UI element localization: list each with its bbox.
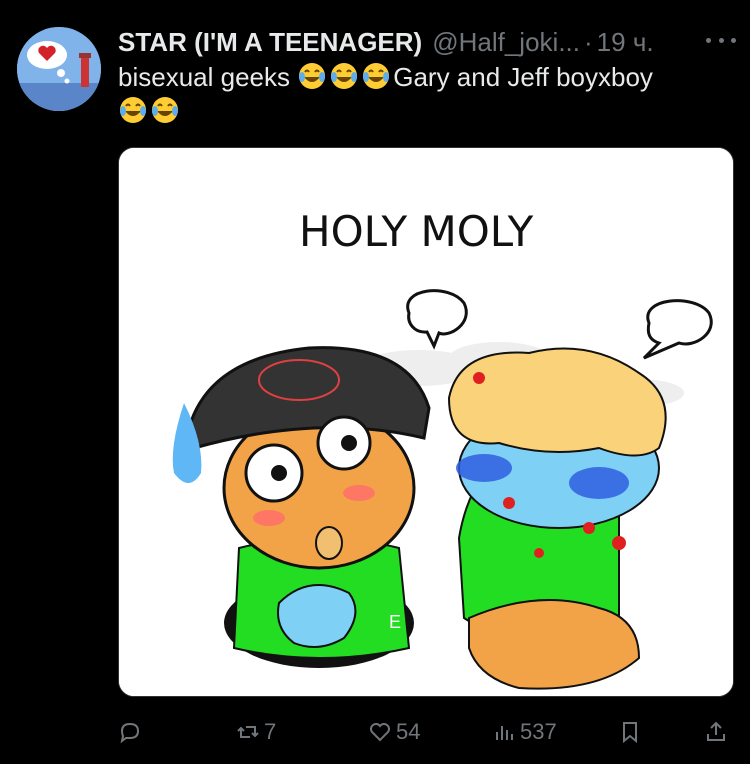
- tweet-text: bisexual geeks Gary and Jeff boyxboy: [118, 60, 738, 128]
- more-options-icon[interactable]: [706, 30, 736, 50]
- display-name[interactable]: STAR (I'M A TEENAGER): [118, 27, 422, 58]
- bar-chart-icon: [496, 726, 513, 740]
- drawing-caption: HOLY MOLY: [299, 207, 534, 256]
- avatar[interactable]: [17, 27, 101, 111]
- user-handle[interactable]: @Half_joki...: [432, 27, 580, 58]
- share-button[interactable]: [704, 712, 728, 752]
- reply-button[interactable]: [118, 712, 142, 752]
- bookmark-button[interactable]: [618, 712, 642, 752]
- repost-button[interactable]: 7: [236, 712, 276, 752]
- laughing-emoji-icon: [118, 95, 148, 125]
- timestamp[interactable]: 19 ч.: [597, 27, 654, 58]
- repost-arrows-icon: [237, 726, 259, 738]
- like-button[interactable]: 54: [368, 712, 420, 752]
- tweet-image[interactable]: HOLY MOLY E: [118, 147, 734, 697]
- laughing-emoji-icon: [329, 61, 359, 91]
- tweet[interactable]: STAR (I'M A TEENAGER) @Half_joki... · 19…: [0, 0, 750, 764]
- fan-drawing: HOLY MOLY E: [119, 148, 733, 696]
- separator-dot: ·: [584, 26, 593, 57]
- laughing-emoji-icon: [361, 61, 391, 91]
- avatar-image: [17, 27, 101, 111]
- tweet-actions: 7 54 537: [118, 712, 738, 752]
- heart-outline-icon: [370, 723, 390, 742]
- tweet-header: STAR (I'M A TEENAGER) @Half_joki... · 19…: [118, 22, 738, 62]
- share-upload-icon: [707, 721, 725, 741]
- speech-bubble-icon: [120, 722, 140, 744]
- repost-count: 7: [264, 719, 277, 744]
- views-button[interactable]: 537: [492, 712, 557, 752]
- tweet-text-part-2: Gary and Jeff boyxboy: [393, 62, 653, 92]
- bookmark-icon: [623, 722, 637, 744]
- svg-text:E: E: [389, 612, 401, 632]
- tweet-text-part-1: bisexual geeks: [118, 62, 298, 92]
- like-count: 54: [396, 719, 421, 744]
- laughing-emoji-icon: [297, 61, 327, 91]
- view-count: 537: [520, 719, 557, 744]
- laughing-emoji-icon: [150, 95, 180, 125]
